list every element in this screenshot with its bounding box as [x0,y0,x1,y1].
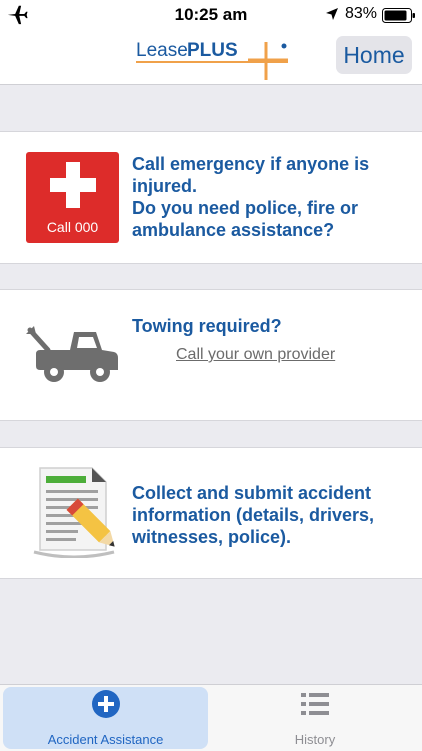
emergency-line-3: Do you need police, fire or [132,198,359,218]
call-emergency-button[interactable]: Call 000 [26,152,119,243]
tab-label-history: History [294,732,336,747]
battery-icon [382,8,415,23]
battery-percentage: 83% [345,5,378,22]
tab-accident-assistance[interactable]: Accident Assistance [3,687,208,749]
logo-text-plus: PLUS [187,40,238,61]
logo-text-lease: Lease [136,40,188,61]
call-button-label: Call 000 [46,219,99,235]
collect-info-card[interactable]: Collect and submit accident information … [0,447,422,579]
towing-card: Towing required? Call your own provider [0,289,422,421]
leaseplus-logo: Lease PLUS [136,40,288,80]
tab-history[interactable]: History [211,687,419,749]
tab-label-accident: Accident Assistance [47,732,164,747]
medical-cross-icon [50,162,96,208]
list-icon [301,693,329,715]
emergency-line-2: injured. [132,176,198,196]
document-pencil-icon [33,467,115,558]
emergency-card: Call 000 Call emergency if anyone is inj… [0,131,422,264]
collect-info-text: Collect and submit accident information … [132,482,374,548]
emergency-line-4: ambulance assistance? [132,220,335,240]
status-bar: 10:25 am 83% [0,0,422,30]
collect-line-2: information (details, drivers, [132,505,375,525]
location-arrow-icon [326,8,338,20]
plus-circle-icon [91,690,120,718]
call-own-provider-link[interactable]: Call your own provider [176,346,335,364]
collect-line-1: Collect and submit accident [132,483,372,503]
home-button[interactable]: Home [336,36,412,74]
nav-bar: Lease PLUS Home [0,30,422,85]
emergency-text: Call emergency if anyone is injured. Do … [132,153,369,241]
emergency-line-1: Call emergency if anyone is [132,154,370,174]
collect-line-3: witnesses, police). [132,527,292,547]
tow-truck-icon [26,326,118,382]
towing-title: Towing required? [132,316,282,336]
tab-bar: Accident Assistance History [0,684,422,751]
